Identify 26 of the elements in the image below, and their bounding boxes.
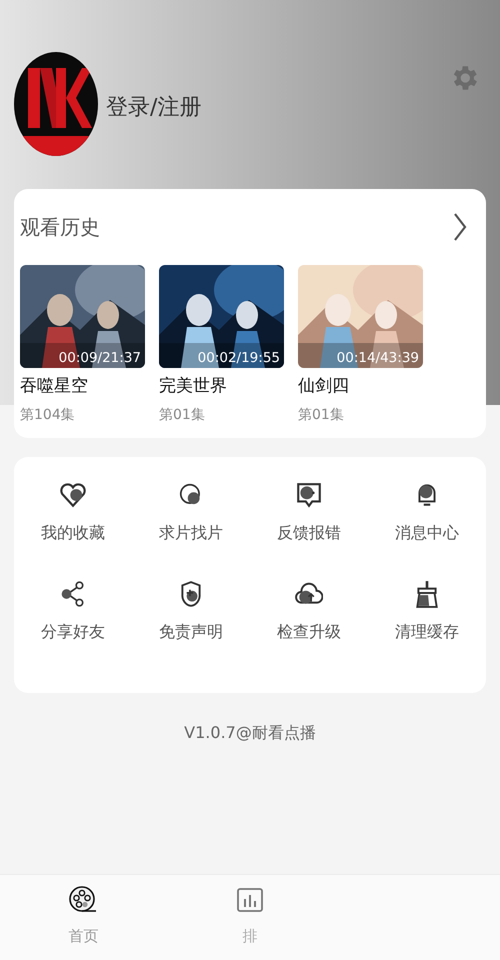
episode-label: 第104集 bbox=[20, 406, 76, 424]
menu-label[interactable]: 求片找片 bbox=[159, 523, 223, 544]
login-link[interactable]: 登录/注册 bbox=[106, 92, 202, 122]
episode-label: 第01集 bbox=[159, 406, 206, 424]
film-reel-icon bbox=[68, 885, 98, 915]
menu-label[interactable]: 消息中心 bbox=[395, 523, 459, 544]
video-title[interactable]: 吞噬星空 bbox=[20, 374, 145, 397]
section-title: 观看历史 bbox=[20, 214, 100, 240]
menu-label[interactable]: 清理缓存 bbox=[395, 622, 459, 643]
menu-label[interactable]: 反馈报错 bbox=[277, 523, 341, 544]
version-text: V1.0.7@耐看点播 bbox=[184, 723, 316, 744]
episode-label: 第01集 bbox=[298, 406, 345, 424]
menu-label[interactable]: 检查升级 bbox=[277, 622, 341, 643]
chat-bubble-icon[interactable] bbox=[295, 481, 323, 509]
progress-time: 00:02/19:55 bbox=[198, 350, 280, 366]
progress-time: 00:14/43:39 bbox=[336, 350, 419, 366]
progress-time: 00:09/21:37 bbox=[58, 350, 141, 366]
chart-icon bbox=[234, 885, 265, 915]
broom-icon[interactable] bbox=[413, 580, 441, 608]
video-title[interactable]: 仙剑四 bbox=[298, 374, 423, 397]
menu-label[interactable]: 免责声明 bbox=[159, 622, 223, 643]
menu-label[interactable]: 分享好友 bbox=[41, 622, 105, 643]
chevron-right-icon[interactable] bbox=[452, 212, 468, 242]
heart-icon[interactable] bbox=[59, 481, 87, 509]
video-title[interactable]: 完美世界 bbox=[159, 374, 284, 397]
menu-label[interactable]: 我的收藏 bbox=[41, 523, 105, 544]
